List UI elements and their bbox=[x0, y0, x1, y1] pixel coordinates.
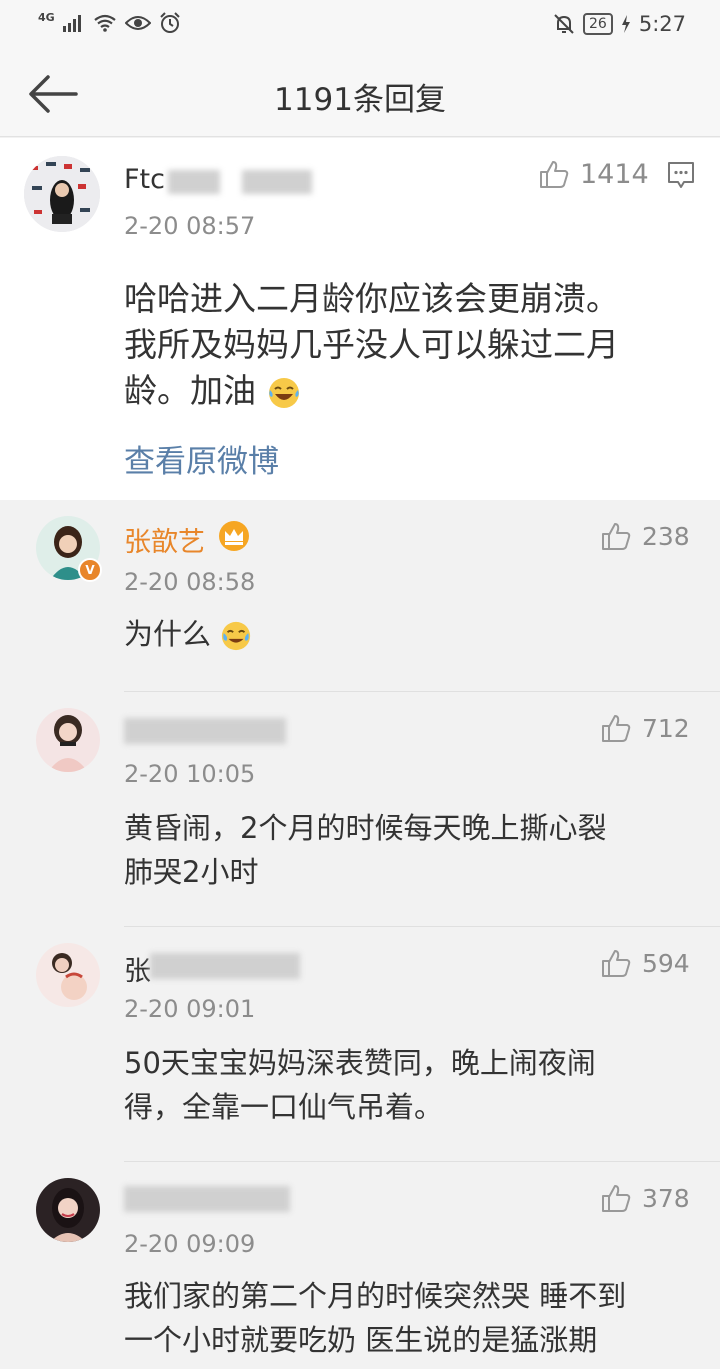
like-count: 238 bbox=[642, 521, 690, 551]
like-count: 594 bbox=[642, 948, 690, 978]
avatar-image bbox=[36, 1178, 100, 1242]
comment-line: 龄。加油 bbox=[124, 368, 619, 414]
reply-item: V 张歆艺 2-20 08:58 238 为什么 bbox=[0, 500, 720, 692]
timestamp: 2-20 09:09 bbox=[124, 1230, 256, 1258]
comment-bubble-icon[interactable] bbox=[666, 160, 696, 190]
like-button[interactable]: 712 bbox=[600, 712, 690, 744]
thumbs-up-icon bbox=[540, 161, 569, 188]
blurred-username bbox=[124, 1186, 290, 1212]
eye-icon bbox=[124, 16, 151, 30]
avatar[interactable] bbox=[36, 943, 100, 1007]
status-right: 26 5:27 bbox=[553, 12, 686, 36]
laughing-tears-emoji bbox=[268, 377, 299, 408]
reply-item: 张 2-20 09:01 594 50天宝宝妈妈深表赞同，晚上闹夜闹 得，全靠一… bbox=[0, 927, 720, 1162]
timestamp: 2-20 08:57 bbox=[124, 212, 256, 240]
thumbs-up-icon bbox=[602, 950, 631, 977]
avatar-image bbox=[36, 943, 100, 1007]
clock: 5:27 bbox=[638, 12, 686, 36]
blurred-username bbox=[242, 170, 312, 194]
charging-icon bbox=[621, 15, 630, 33]
comment-line: 得，全靠一口仙气吊着。 bbox=[124, 1090, 444, 1124]
thumbs-up-icon bbox=[602, 715, 631, 742]
reply-item: 2-20 10:05 712 黄昏闹，2个月的时候每天晚上撕心裂 肺哭2小时 bbox=[0, 692, 720, 927]
battery-indicator: 26 bbox=[583, 13, 613, 35]
like-button[interactable]: 1414 bbox=[538, 158, 649, 190]
wifi-icon bbox=[94, 14, 116, 32]
comment-line-text: 为什么 bbox=[124, 617, 212, 651]
like-count: 712 bbox=[642, 713, 690, 743]
comment-line: 肺哭2小时 bbox=[124, 855, 259, 889]
blurred-username bbox=[150, 953, 300, 979]
comment-line: 我们家的第二个月的时候突然哭 睡不到 bbox=[124, 1279, 627, 1313]
comment-text: 为什么 bbox=[124, 612, 252, 656]
timestamp: 2-20 08:58 bbox=[124, 568, 256, 596]
username[interactable]: 张歆艺 bbox=[124, 520, 205, 559]
comment-text: 我们家的第二个月的时候突然哭 睡不到 一个小时就要吃奶 医生说的是猛涨期 bbox=[124, 1274, 626, 1362]
status-left: 4G bbox=[38, 10, 181, 34]
nav-bar: 1191条回复 bbox=[0, 50, 720, 137]
avatar[interactable] bbox=[24, 156, 100, 232]
like-count: 1414 bbox=[580, 158, 649, 190]
status-bar: 4G 26 5:27 bbox=[0, 0, 720, 50]
avatar-image bbox=[24, 156, 100, 232]
alarm-icon bbox=[159, 12, 180, 33]
thumbs-up-icon bbox=[602, 523, 631, 550]
comment-line: 50天宝宝妈妈深表赞同，晚上闹夜闹 bbox=[124, 1046, 596, 1080]
comment-line: 黄昏闹，2个月的时候每天晚上撕心裂 bbox=[124, 811, 607, 845]
crown-icon bbox=[219, 521, 249, 551]
reply-item: 2-20 09:09 378 我们家的第二个月的时候突然哭 睡不到 一个小时就要… bbox=[0, 1162, 720, 1369]
verified-badge-icon: V bbox=[78, 558, 102, 582]
signal-icon bbox=[62, 15, 81, 32]
like-button[interactable]: 594 bbox=[600, 947, 690, 979]
comment-line-text: 龄。加油 bbox=[124, 371, 256, 410]
thumbs-up-icon bbox=[602, 1185, 631, 1212]
bell-muted-icon bbox=[554, 14, 574, 34]
comment-line: 哈哈进入二月龄你应该会更崩溃。 bbox=[124, 279, 619, 318]
view-original-weibo-link[interactable]: 查看原微博 bbox=[124, 436, 279, 481]
comment-text: 哈哈进入二月龄你应该会更崩溃。 我所及妈妈几乎没人可以躲过二月 龄。加油 bbox=[124, 276, 619, 414]
timestamp: 2-20 10:05 bbox=[124, 760, 256, 788]
avatar[interactable] bbox=[36, 708, 100, 772]
username[interactable]: Ftc bbox=[124, 164, 165, 195]
page-title: 1191条回复 bbox=[274, 82, 446, 118]
avatar-image bbox=[36, 708, 100, 772]
like-button[interactable]: 238 bbox=[600, 520, 690, 552]
crying-laughing-emoji bbox=[222, 621, 251, 651]
like-button[interactable]: 378 bbox=[600, 1182, 690, 1214]
timestamp: 2-20 09:01 bbox=[124, 995, 256, 1023]
comment-text: 50天宝宝妈妈深表赞同，晚上闹夜闹 得，全靠一口仙气吊着。 bbox=[124, 1041, 596, 1129]
comment-line: 我所及妈妈几乎没人可以躲过二月 bbox=[124, 325, 619, 364]
network-type: 4G bbox=[38, 10, 55, 24]
comment-text: 黄昏闹，2个月的时候每天晚上撕心裂 肺哭2小时 bbox=[124, 806, 606, 894]
blurred-username bbox=[168, 170, 220, 194]
comment-line: 一个小时就要吃奶 医生说的是猛涨期 bbox=[124, 1323, 598, 1357]
main-comment: Ftc 2-20 08:57 1414 哈哈进入二月龄你应该会更崩溃。 我所及妈… bbox=[0, 138, 720, 500]
blurred-username bbox=[124, 718, 286, 744]
username[interactable]: 张 bbox=[124, 949, 151, 988]
avatar[interactable] bbox=[36, 1178, 100, 1242]
like-count: 378 bbox=[642, 1183, 690, 1213]
